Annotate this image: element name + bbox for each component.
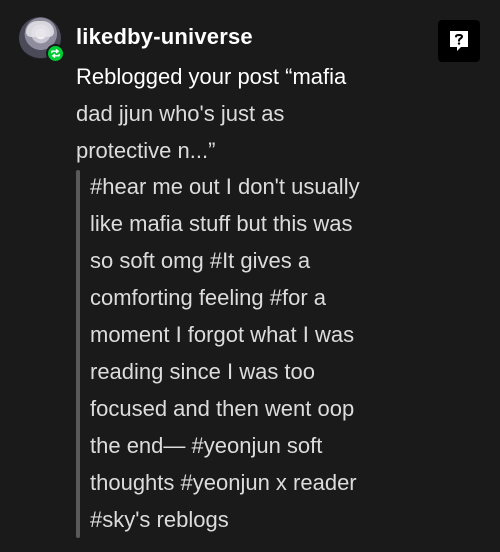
reblog-tags: #hear me out I don't usually like mafia … — [90, 168, 430, 538]
tags-line: thoughts #yeonjun x reader — [90, 470, 357, 495]
action-line: dad jjun who's just as — [76, 101, 285, 126]
action-line: protective n...” — [76, 138, 216, 163]
user-avatar-container[interactable] — [19, 17, 65, 63]
tags-line: comforting feeling #for a — [90, 285, 327, 310]
tags-line: so soft omg #It gives a — [90, 248, 311, 273]
tags-line: #hear me out I don't usually — [90, 174, 360, 199]
reblog-badge — [46, 44, 65, 63]
quote-bar — [76, 170, 80, 538]
tags-line: reading since I was too — [90, 359, 316, 384]
username-link[interactable]: likedby-universe — [76, 24, 253, 50]
reblog-notification[interactable]: likedby-universe Reblogged your post “ma… — [0, 0, 500, 552]
notification-action-text[interactable]: Reblogged your post “mafia dad jjun who'… — [76, 58, 376, 169]
action-line: Reblogged your post “mafia — [76, 64, 347, 89]
reblog-icon — [51, 49, 60, 58]
tags-line: the end— #yeonjun soft — [90, 433, 323, 458]
tags-line: like mafia stuff but this was — [90, 211, 353, 236]
avatar-hair — [26, 21, 54, 37]
tags-line: moment I forgot what I was — [90, 322, 355, 347]
question-speech-bubble-icon — [450, 31, 468, 51]
tags-line: focused and then went oop — [90, 396, 355, 421]
tags-line: #sky's reblogs — [90, 507, 229, 532]
ask-button[interactable] — [438, 20, 480, 62]
